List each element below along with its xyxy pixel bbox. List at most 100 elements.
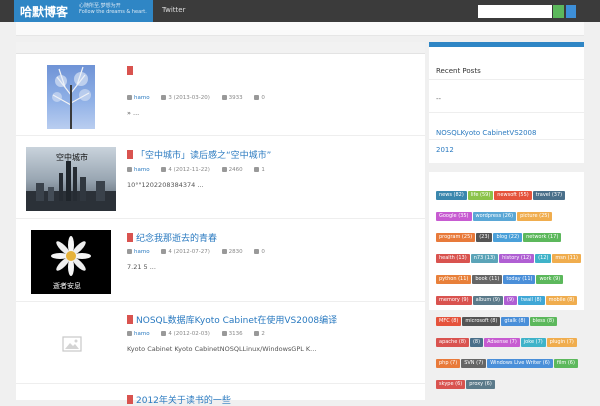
site-title[interactable]: 哈默博客 <box>20 3 68 20</box>
post-views: 2460 <box>221 167 243 173</box>
top-navbar: 哈默博客 心随所至,梦想为开 Follow the dreams & heart… <box>0 0 600 22</box>
tag-link[interactable]: album (9) <box>472 296 503 305</box>
post-meta: hamo 3 (2013-03-20) 3933 0 <box>127 95 275 101</box>
tag-link[interactable]: blog (22) <box>493 233 523 242</box>
post-excerpt: 10°"1202208384374 ... <box>127 181 204 189</box>
menu-button[interactable] <box>566 5 576 18</box>
image-placeholder-icon <box>62 336 82 352</box>
tag-link[interactable]: health (13) <box>436 254 470 263</box>
recent-post-link[interactable]: -- <box>436 95 441 103</box>
search-input[interactable] <box>478 5 552 18</box>
post-thumbnail[interactable] <box>47 65 95 129</box>
tag-link[interactable]: Adsense (7) <box>484 338 520 347</box>
widget-title: Recent Posts <box>436 67 481 75</box>
tag-link[interactable]: n73 (13) <box>470 254 499 263</box>
tag-link[interactable]: today (11) <box>503 275 536 284</box>
tag-link[interactable]: (23) <box>476 233 493 242</box>
post-thumbnail-caption: 逝者安息 <box>53 281 81 290</box>
post-title[interactable]: 纪念我那逝去的青春 <box>127 231 217 244</box>
comment-icon <box>254 95 260 100</box>
tag-link[interactable]: (12) <box>535 254 552 263</box>
tag-link[interactable]: memory (9) <box>436 296 472 305</box>
tag-link[interactable]: Windows Live Writer (6) <box>487 359 553 368</box>
post-views: 2830 <box>221 249 243 255</box>
post-comments[interactable]: 0 <box>254 249 265 255</box>
post-meta: hamo 4 (2012-07-27) 2830 0 <box>127 249 275 255</box>
divider <box>429 139 584 140</box>
post-comments[interactable]: 1 <box>254 167 265 173</box>
tag-link[interactable]: newsoft (55) <box>494 191 532 200</box>
user-icon <box>127 249 132 254</box>
tag-link[interactable]: film (6) <box>553 359 578 368</box>
post-title[interactable]: NOSQL数据库Kyoto Cabinet在使用VS2008编译 <box>127 313 337 326</box>
tag-link[interactable]: skype (6) <box>436 380 466 389</box>
tag-link[interactable]: (8) <box>469 338 484 347</box>
post-list: hamo 3 (2013-03-20) 3933 0 » ... 空中城市 「空… <box>16 42 425 406</box>
recent-post-link[interactable]: 2012 <box>436 146 454 154</box>
tag-link[interactable]: news (82) <box>436 191 467 200</box>
post-title[interactable]: 「空中城市」读后感之“空中城市” <box>127 148 271 161</box>
post-comments[interactable]: 2 <box>254 331 265 337</box>
recent-posts-widget: Recent Posts -- NOSQLKyoto CabinetVS2008… <box>429 42 584 163</box>
tag-link[interactable]: microsoft (8) <box>462 317 501 326</box>
clock-icon <box>161 331 167 336</box>
city-skyline-image-icon: 空中城市 <box>26 152 116 211</box>
post-author[interactable]: hamo <box>127 167 150 173</box>
tag-link[interactable]: picture (25) <box>517 212 553 221</box>
tag-link[interactable]: msn (11) <box>552 254 581 263</box>
recent-post-link[interactable]: NOSQLKyoto CabinetVS2008 <box>436 129 536 137</box>
post-format-icon <box>127 66 133 75</box>
post-author[interactable]: hamo <box>127 331 150 337</box>
eye-icon <box>221 249 227 254</box>
post-thumbnail[interactable]: 逝者安息 <box>31 230 111 294</box>
tag-link[interactable]: book (11) <box>472 275 503 284</box>
tag-link[interactable]: SVN (7) <box>461 359 487 368</box>
post-author[interactable]: hamo <box>127 249 150 255</box>
clock-icon <box>161 167 167 172</box>
tag-link[interactable]: plugin (7) <box>546 338 577 347</box>
tag-link[interactable]: proxy (6) <box>466 380 495 389</box>
post-comments[interactable]: 0 <box>254 95 265 101</box>
tag-link[interactable]: history (12) <box>499 254 535 263</box>
tag-link[interactable]: joke (7) <box>520 338 546 347</box>
post-item: 2012年关于读书的一些 <box>16 384 425 406</box>
tag-link[interactable]: apache (8) <box>436 338 469 347</box>
tag-link[interactable]: wordpress (26) <box>472 212 517 221</box>
tag-link[interactable]: gtalk (8) <box>501 317 529 326</box>
tag-link[interactable]: Google (35) <box>436 212 472 221</box>
tree-image-icon <box>52 66 91 129</box>
search-button[interactable] <box>553 5 564 18</box>
post-author[interactable]: hamo <box>127 95 150 101</box>
widget-top-bar <box>429 42 584 47</box>
post-title[interactable] <box>127 66 136 77</box>
tag-link[interactable]: life (59) <box>467 191 494 200</box>
divider <box>429 112 584 113</box>
tag-link[interactable]: bless (8) <box>529 317 558 326</box>
tag-link[interactable]: travel (37) <box>532 191 566 200</box>
tag-link[interactable]: mobile (8) <box>545 296 578 305</box>
divider <box>429 79 584 80</box>
tag-link[interactable]: work (9) <box>536 275 564 284</box>
post-format-icon <box>127 315 133 324</box>
post-date: 4 (2012-02-03) <box>161 331 210 337</box>
post-thumbnail[interactable]: 空中城市 <box>26 147 116 211</box>
user-icon <box>127 331 132 336</box>
tag-link[interactable]: program (25) <box>436 233 476 242</box>
daisy-image-icon: 逝者安息 <box>51 236 91 290</box>
nav-item-twitter[interactable]: Twitter <box>162 6 185 14</box>
tag-link[interactable]: (9) <box>503 296 518 305</box>
tag-link[interactable]: php (7) <box>436 359 461 368</box>
post-date: 4 (2012-11-22) <box>161 167 210 173</box>
site-logo[interactable]: 哈默博客 心随所至,梦想为开 Follow the dreams & heart… <box>14 0 153 22</box>
user-icon <box>127 167 132 172</box>
eye-icon <box>221 167 227 172</box>
tag-link[interactable]: python (11) <box>436 275 472 284</box>
list-header-strip <box>16 42 425 54</box>
sub-navbar <box>16 22 584 36</box>
post-thumbnail[interactable] <box>62 336 82 352</box>
comment-icon <box>254 249 260 254</box>
post-date: 4 (2012-07-27) <box>161 249 210 255</box>
tag-link[interactable]: network (17) <box>523 233 562 242</box>
tag-link[interactable]: twail (8) <box>518 296 545 305</box>
tag-link[interactable]: MFC (8) <box>436 317 462 326</box>
